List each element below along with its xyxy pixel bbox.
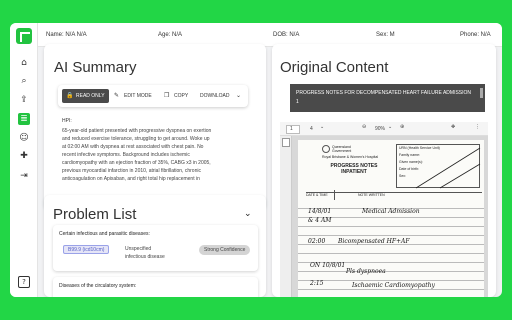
handwritten-note: Ischaemic Cardiomyopathy bbox=[352, 282, 435, 289]
crest-logo bbox=[322, 145, 330, 153]
download-button[interactable]: DOWNLOAD ⌄ bbox=[192, 89, 244, 103]
copy-label: COPY bbox=[174, 93, 189, 99]
home-icon[interactable]: ⌂ bbox=[18, 57, 30, 69]
form-org: Queensland Government bbox=[332, 145, 351, 153]
user-icon[interactable]: ☺ bbox=[18, 132, 30, 144]
handwritten-date: & 4 AM bbox=[308, 217, 332, 224]
pdf-viewer[interactable]: Queensland Government Royal Brisbane & W… bbox=[280, 136, 488, 297]
pdf-toolbar: 1 4 ⌄ ⊖ 90% ⌄ ⊕ ✥ ⋮ bbox=[280, 122, 488, 136]
hpi-line: cardiomyopathy with an ejection fraction… bbox=[62, 160, 211, 166]
patient-age: Age: N/A bbox=[158, 32, 183, 38]
page-total: 4 bbox=[310, 126, 313, 132]
desc-line: infectious disease bbox=[125, 254, 165, 260]
zoom-in-icon[interactable]: ⊕ bbox=[400, 124, 404, 130]
patient-phone: Phone: N/A bbox=[460, 32, 491, 38]
zoom-level[interactable]: 90% bbox=[375, 126, 385, 132]
notes-icon[interactable]: ≣ bbox=[18, 113, 30, 125]
app-logo[interactable] bbox=[16, 28, 32, 44]
zoom-out-icon[interactable]: ⊖ bbox=[362, 124, 366, 130]
problem-group-title: Diseases of the circulatory system: bbox=[59, 283, 137, 289]
move-icon[interactable]: ✥ bbox=[451, 124, 455, 130]
upload-document-icon[interactable]: ⇪ bbox=[18, 94, 30, 106]
org-line: Government bbox=[332, 149, 352, 153]
hpi-text: 65-year-old patient presented with progr… bbox=[62, 127, 262, 183]
thumbnail-strip bbox=[280, 136, 292, 297]
more-options-icon[interactable]: ⋮ bbox=[475, 124, 480, 130]
copy-button[interactable]: ❐ COPY bbox=[162, 89, 192, 103]
handwritten-date: ON 10/8/01 bbox=[310, 262, 346, 269]
handwritten-note: Bicompensated HF+AF bbox=[338, 238, 410, 245]
document-scrollbar[interactable] bbox=[480, 88, 483, 98]
edit-mode-label: EDIT MODE bbox=[124, 93, 152, 99]
label-strike-lines bbox=[415, 147, 481, 189]
confidence-badge: Strong Confidence bbox=[199, 245, 251, 255]
icd-code-tag[interactable]: B99.9 (icd10cm) bbox=[63, 245, 110, 254]
app-window: ⌂ ⌕ ⇪ ≣ ☺ ✚ ⇥ ? Name: N/A N/A Age: N/A D… bbox=[10, 23, 502, 297]
thumbnail-toggle-icon[interactable] bbox=[282, 138, 290, 147]
zoom-chevron-icon[interactable]: ⌄ bbox=[388, 124, 392, 130]
original-content-card: Original Content PROGRESS NOTES FOR DECO… bbox=[272, 44, 496, 297]
hpi-line: previous myocardial infarction in 2010, … bbox=[62, 168, 201, 174]
hpi-line: at 02:00 AM with dyspnea at rest associa… bbox=[62, 144, 204, 150]
handwritten-note: Pls dyspnoea bbox=[346, 268, 386, 275]
summary-toolbar: 🔒 READ ONLY ✎ EDIT MODE ❐ COPY DOWNLOAD … bbox=[58, 85, 248, 107]
table-top-rule bbox=[306, 192, 482, 193]
problem-description: Unspecified infectious disease bbox=[125, 245, 185, 261]
patient-dob: DOB: N/A bbox=[273, 32, 300, 38]
problem-group-title: Certain infectious and parasitic disease… bbox=[59, 231, 150, 237]
help-icon[interactable]: ? bbox=[18, 276, 30, 288]
handwritten-date: 2:15 bbox=[310, 280, 324, 287]
problem-list-title: Problem List bbox=[53, 206, 137, 223]
search-icon[interactable]: ⌕ bbox=[18, 75, 30, 87]
collapse-chevron-icon[interactable]: ⌄ bbox=[244, 209, 252, 219]
hpi-line: recent infective symptoms. Background in… bbox=[62, 152, 190, 158]
copy-icon: ❐ bbox=[164, 92, 170, 99]
pdf-page: Queensland Government Royal Brisbane & W… bbox=[298, 140, 484, 297]
edit-mode-button[interactable]: ✎ EDIT MODE bbox=[111, 89, 161, 103]
handwritten-note: Medical Admission bbox=[362, 208, 420, 215]
col-date-header: DATE & TIME bbox=[306, 193, 328, 197]
page-chevron-icon[interactable]: ⌄ bbox=[320, 124, 324, 130]
chevron-down-icon: ⌄ bbox=[236, 92, 242, 99]
read-only-label: READ ONLY bbox=[76, 93, 105, 99]
pencil-icon: ✎ bbox=[114, 92, 120, 99]
read-only-button[interactable]: 🔒 READ ONLY bbox=[62, 89, 109, 103]
form-hospital: Royal Brisbane & Women's Hospital bbox=[322, 155, 379, 159]
ai-summary-title: AI Summary bbox=[54, 59, 137, 76]
form-title-line: INPATIENT bbox=[341, 169, 367, 175]
form-title: PROGRESS NOTES INPATIENT bbox=[324, 163, 384, 175]
hpi-line: anticoagulation on Apixaban, and right t… bbox=[62, 176, 200, 182]
add-user-icon[interactable]: ✚ bbox=[18, 150, 30, 162]
document-selector[interactable]: PROGRESS NOTES FOR DECOMPENSATED HEART F… bbox=[290, 84, 485, 112]
document-title: PROGRESS NOTES FOR DECOMPENSATED HEART F… bbox=[296, 90, 472, 96]
hpi-line: and reduced exercise tolerance, struggli… bbox=[62, 136, 210, 142]
desc-line: Unspecified bbox=[125, 246, 152, 252]
handwritten-date: 14/8/01 bbox=[308, 208, 332, 215]
sidebar: ⌂ ⌕ ⇪ ≣ ☺ ✚ ⇥ ? bbox=[10, 23, 38, 297]
original-content-title: Original Content bbox=[280, 59, 389, 76]
problem-group: Certain infectious and parasitic disease… bbox=[53, 225, 258, 271]
logout-icon[interactable]: ⇥ bbox=[18, 170, 30, 182]
page-number-input[interactable]: 1 bbox=[286, 125, 300, 134]
patient-name: Name: N/A N/A bbox=[46, 32, 87, 38]
patient-sex: Sex: M bbox=[376, 32, 395, 38]
hpi-line: 65-year-old patient presented with progr… bbox=[62, 128, 212, 134]
handwritten-date: 02:00 bbox=[308, 238, 326, 245]
problem-list-card: Problem List ⌄ Certain infectious and pa… bbox=[44, 195, 266, 297]
problem-group: Diseases of the circulatory system: bbox=[53, 277, 258, 297]
document-index: 1 bbox=[296, 99, 299, 105]
hpi-label: HPI: bbox=[62, 118, 72, 124]
col-note-header: NOTE WRITTEN bbox=[358, 193, 385, 197]
ai-summary-card: AI Summary 🔒 READ ONLY ✎ EDIT MODE ❐ COP… bbox=[44, 44, 266, 210]
lock-icon: 🔒 bbox=[66, 92, 74, 99]
download-label: DOWNLOAD bbox=[200, 93, 230, 99]
